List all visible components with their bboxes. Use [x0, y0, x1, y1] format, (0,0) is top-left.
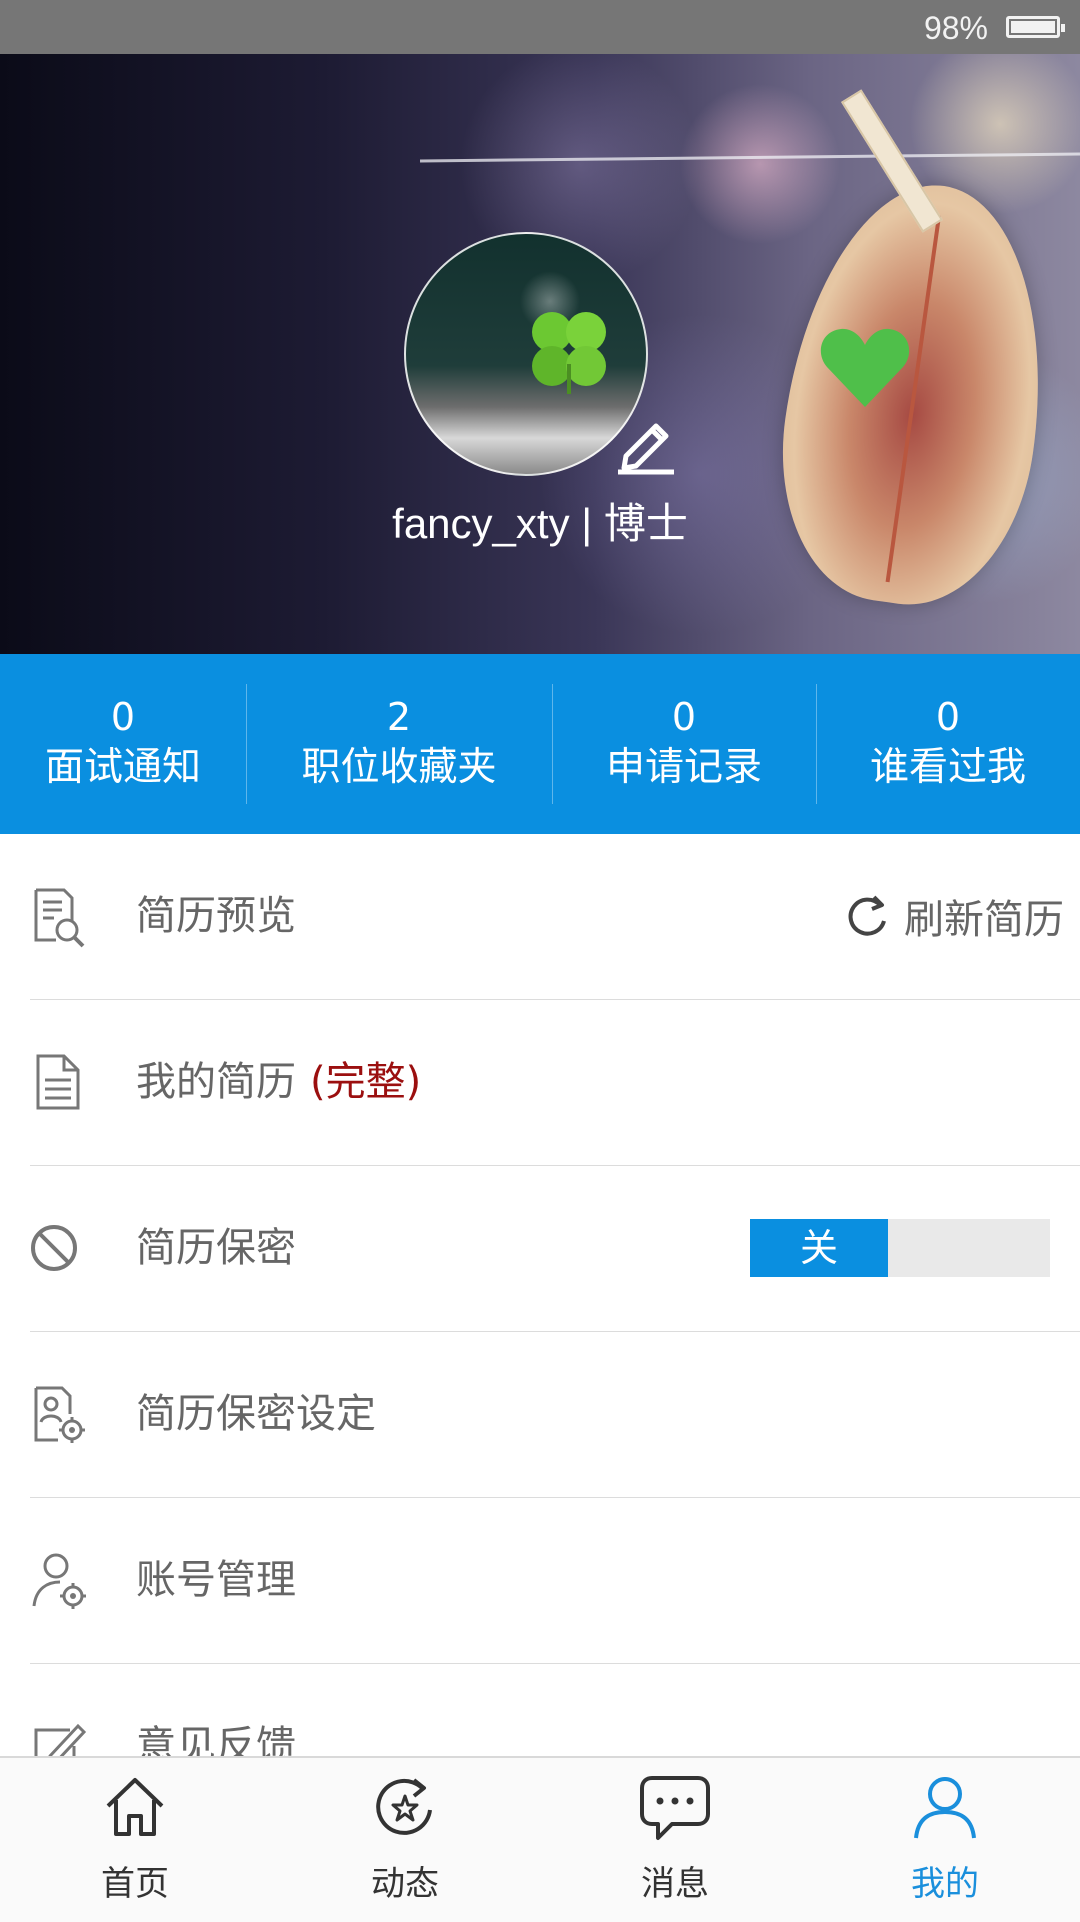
menu-item-resume-preview[interactable]: 简历预览 刷新简历	[30, 834, 1080, 1000]
nav-feed[interactable]: 动态	[270, 1758, 540, 1922]
menu-item-privacy-settings[interactable]: 简历保密设定	[30, 1332, 1080, 1498]
stat-profile-viewers[interactable]: 0 谁看过我	[816, 654, 1080, 834]
stat-label: 职位收藏夹	[301, 745, 497, 790]
menu-item-label: 简历保密设定	[136, 1391, 376, 1437]
refresh-resume-button[interactable]: 刷新简历	[844, 886, 1064, 946]
person-icon	[914, 1777, 976, 1839]
edit-avatar-icon[interactable]	[612, 410, 678, 476]
stat-label: 申请记录	[605, 745, 762, 790]
stat-interview-notices[interactable]: 0 面试通知	[0, 654, 246, 834]
stat-count: 0	[110, 695, 136, 739]
star-refresh-icon	[376, 1778, 432, 1835]
document-icon	[36, 1054, 80, 1110]
menu-item-label: 简历预览	[136, 893, 296, 939]
stat-label: 谁看过我	[869, 745, 1026, 790]
nav-label: 消息	[641, 1864, 709, 1904]
home-icon	[106, 1778, 164, 1836]
stat-saved-jobs[interactable]: 2 职位收藏夹	[246, 654, 552, 834]
nav-label: 动态	[371, 1864, 439, 1904]
nav-messages[interactable]: 消息	[540, 1758, 810, 1922]
stat-label: 面试通知	[44, 745, 201, 790]
stat-count: 0	[671, 695, 697, 739]
username-degree: fancy_xty | 博士	[392, 500, 688, 547]
menu-item-my-resume[interactable]: 我的简历 (完整)	[30, 1000, 1080, 1166]
stat-count: 0	[935, 695, 961, 739]
stats-bar: 0 面试通知 2 职位收藏夹 0 申请记录 0 谁看过我	[0, 654, 1080, 834]
bottom-nav: 首页 动态 消息 我的	[0, 1756, 1080, 1922]
menu-item-label-wrap: 我的简历 (完整)	[136, 1052, 421, 1112]
profile-header: fancy_xty | 博士	[0, 54, 1080, 654]
stat-applications[interactable]: 0 申请记录	[552, 654, 816, 834]
block-icon	[31, 1225, 77, 1271]
refresh-icon	[848, 895, 886, 936]
resume-settings-icon	[34, 1386, 85, 1443]
privacy-toggle-state: 关	[750, 1219, 888, 1277]
menu-item-account[interactable]: 账号管理	[30, 1498, 1080, 1664]
refresh-resume-label: 刷新简历	[904, 897, 1064, 943]
battery-icon	[1006, 16, 1065, 38]
background-heart-icon	[820, 328, 910, 407]
menu-item-label: 账号管理	[136, 1557, 296, 1603]
stat-count: 2	[386, 695, 412, 739]
menu-list: 简历预览 刷新简历 我的简历 (完整) 简历保密 关 简历保密设定 账号管理 意…	[0, 834, 1080, 1830]
background-rope	[420, 152, 1080, 163]
clover-icon	[532, 312, 606, 394]
chat-icon	[640, 1776, 710, 1840]
menu-item-resume-privacy[interactable]: 简历保密 关	[30, 1166, 1080, 1332]
nav-label: 首页	[101, 1864, 169, 1904]
menu-item-label: 简历保密	[136, 1225, 296, 1271]
user-settings-icon	[32, 1553, 86, 1609]
resume-preview-icon	[34, 888, 85, 948]
status-bar: 98%	[0, 0, 1080, 54]
battery-percent: 98%	[923, 10, 988, 46]
nav-home[interactable]: 首页	[0, 1758, 270, 1922]
nav-me[interactable]: 我的	[810, 1758, 1080, 1922]
nav-label: 我的	[911, 1864, 979, 1904]
menu-item-label: 我的简历	[136, 1059, 296, 1105]
resume-complete-tag: (完整)	[310, 1059, 422, 1105]
background-leaf	[761, 168, 1069, 620]
privacy-toggle[interactable]: 关	[750, 1219, 1050, 1277]
